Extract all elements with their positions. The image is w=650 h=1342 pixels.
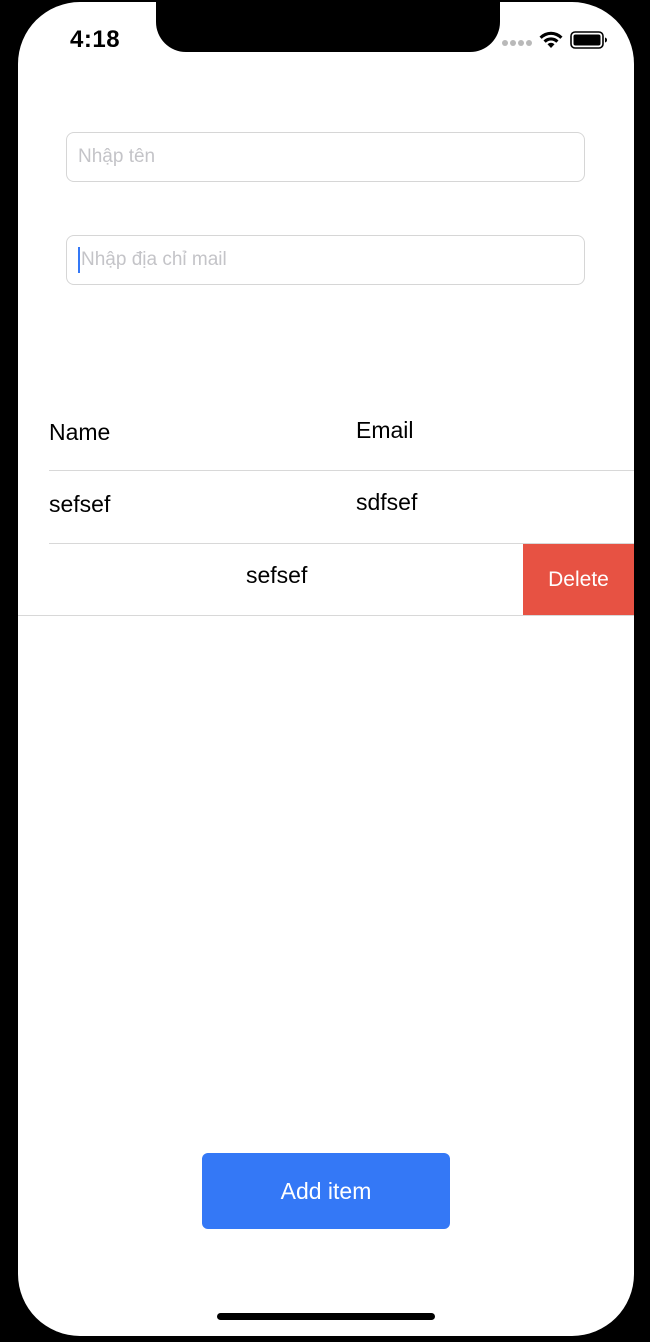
email-input[interactable]: Nhập địa chỉ mail [66,235,585,285]
column-header-name: Name [49,419,111,445]
wifi-icon [538,30,564,55]
home-indicator[interactable] [217,1313,435,1320]
device-notch [156,2,500,52]
signal-dots-icon [502,39,532,46]
battery-icon [570,30,608,55]
email-input-placeholder: Nhập địa chỉ mail [81,249,227,270]
phone-frame: 4:18 Nhập tên Nhập địa chỉ mail Name Ema… [0,0,650,1342]
table-divider [18,615,634,616]
add-item-button[interactable]: Add item [202,1153,450,1229]
row-email-cell: sdfsef [356,489,418,515]
row-name-cell: sefsef [246,562,308,588]
column-header-email: Email [356,417,414,443]
status-icons [502,30,608,55]
name-input[interactable]: Nhập tên [66,132,585,182]
text-caret [78,247,80,273]
name-input-placeholder: Nhập tên [78,146,156,167]
app-screen: 4:18 Nhập tên Nhập địa chỉ mail Name Ema… [18,2,634,1336]
row-name-cell: sefsef [49,491,111,517]
status-time: 4:18 [70,26,121,53]
delete-button[interactable]: Delete [523,544,634,615]
table-divider [49,470,634,471]
